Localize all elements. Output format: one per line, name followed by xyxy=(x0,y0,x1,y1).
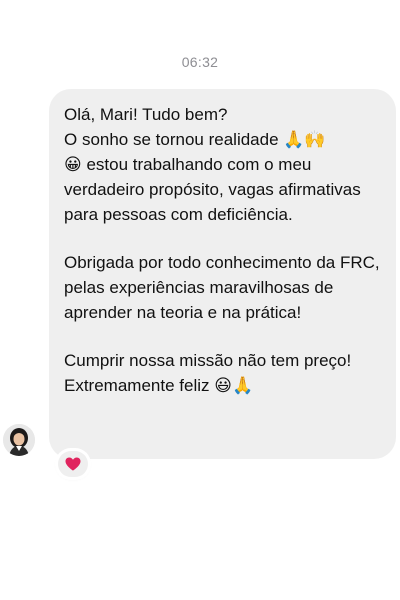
message-bubble[interactable]: Olá, Mari! Tudo bem? O sonho se tornou r… xyxy=(49,89,396,459)
avatar-image xyxy=(3,424,35,456)
heart-icon xyxy=(65,457,81,471)
message-paragraph-1: Olá, Mari! Tudo bem? O sonho se tornou r… xyxy=(64,105,361,224)
message-paragraph-3: Cumprir nossa missão não tem preço! Extr… xyxy=(64,351,352,395)
message-timestamp: 06:32 xyxy=(181,54,219,70)
sender-avatar[interactable] xyxy=(3,424,35,456)
message-reaction[interactable] xyxy=(57,450,89,478)
message-paragraph-2: Obrigada por todo conhecimento da FRC, p… xyxy=(64,253,380,322)
